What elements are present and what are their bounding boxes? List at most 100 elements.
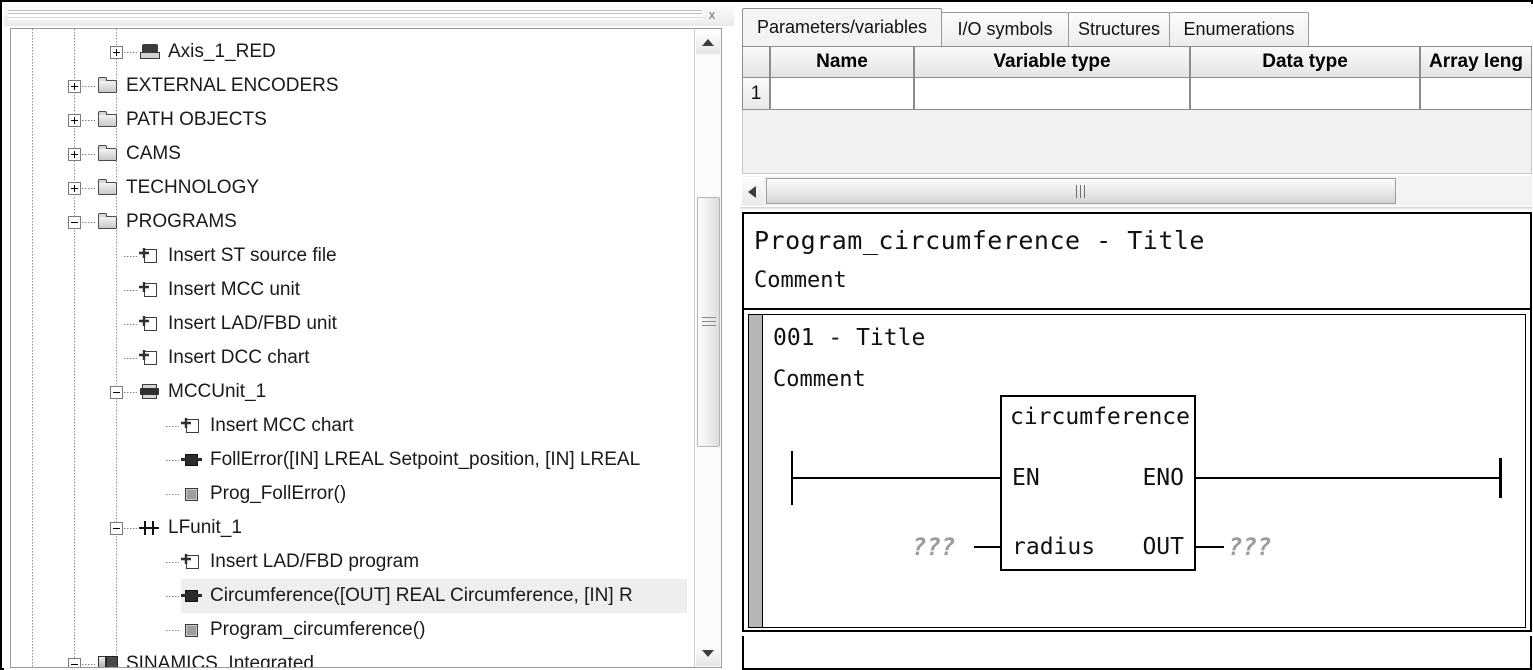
tree-item-cams[interactable]: CAMS xyxy=(97,137,687,171)
tab-enumerations[interactable]: Enumerations xyxy=(1169,12,1309,46)
column-header-variable-type[interactable]: Variable type xyxy=(914,46,1190,78)
contact-icon xyxy=(139,519,161,537)
tree-item-label: Axis_1_RED xyxy=(168,41,276,62)
tree-item-label: CAMS xyxy=(126,143,181,164)
column-header-data-type[interactable]: Data type xyxy=(1190,46,1420,78)
project-tree[interactable]: Axis_1_RED EXTERNAL ENCODERS PATH OBJECTS C… xyxy=(11,29,687,667)
network-001[interactable]: 001 - Title Comment ??? ??? circumferenc… xyxy=(748,314,1526,628)
insert-icon xyxy=(139,247,161,265)
column-header-name[interactable]: Name xyxy=(770,46,914,78)
tree-item-label: Program_circumference() xyxy=(210,619,426,640)
close-icon[interactable]: x xyxy=(701,6,723,24)
tree-vertical-scrollbar[interactable] xyxy=(694,29,721,667)
power-rail-right xyxy=(1499,458,1502,498)
tree-item-path-objects[interactable]: PATH OBJECTS xyxy=(97,103,687,137)
expand-icon[interactable] xyxy=(68,182,81,195)
tree-connector xyxy=(124,52,137,53)
tree-item-insert-st-source-file[interactable]: Insert ST source file xyxy=(139,239,687,273)
insert-icon xyxy=(139,349,161,367)
insert-icon xyxy=(139,281,161,299)
wire-radius-input xyxy=(974,546,1001,548)
tree-item-follerror-fb[interactable]: FollError([IN] LREAL Setpoint_position, … xyxy=(181,443,687,477)
tree-connector xyxy=(166,494,179,495)
tree-connector xyxy=(82,120,95,121)
insert-icon xyxy=(181,417,203,435)
column-header-array-leng[interactable]: Array leng xyxy=(1420,46,1532,78)
tab-io-symbols[interactable]: I/O symbols xyxy=(941,12,1069,46)
tab-structures[interactable]: Structures xyxy=(1068,12,1170,46)
expand-icon[interactable] xyxy=(68,80,81,93)
tree-item-label: Insert MCC chart xyxy=(210,415,354,436)
table-cell[interactable] xyxy=(1420,77,1532,110)
collapse-icon[interactable] xyxy=(68,216,81,229)
scroll-up-button[interactable] xyxy=(696,30,720,54)
tree-item-insert-lad-fbd-unit[interactable]: Insert LAD/FBD unit xyxy=(139,307,687,341)
expand-icon[interactable] xyxy=(110,46,123,59)
editor-status-strip xyxy=(742,636,1532,670)
table-row[interactable]: 1 xyxy=(742,77,1532,110)
program-icon xyxy=(181,621,203,639)
program-comment: Comment xyxy=(754,268,847,293)
insert-icon xyxy=(181,553,203,571)
tree-connector xyxy=(82,188,95,189)
tree-connector xyxy=(82,664,95,665)
table-cell[interactable] xyxy=(914,77,1190,110)
pin-eno[interactable]: ENO xyxy=(1142,465,1184,491)
tree-item-circumference-fb[interactable]: Circumference([OUT] REAL Circumference, … xyxy=(181,579,687,613)
unit-icon xyxy=(139,383,161,401)
radius-input-placeholder[interactable]: ??? xyxy=(912,533,955,561)
column-header-index[interactable] xyxy=(742,46,770,78)
tree-item-external-encoders[interactable]: EXTERNAL ENCODERS xyxy=(97,69,687,103)
pin-en[interactable]: EN xyxy=(1012,465,1040,491)
table-horizontal-scrollbar[interactable] xyxy=(742,176,1532,206)
tree-item-sinamics-integrated[interactable]: SINAMICS_Integrated xyxy=(97,647,687,667)
tree-item-mccunit-1[interactable]: MCCUnit_1 xyxy=(139,375,687,409)
lad-fbd-editor[interactable]: Program_circumference - Title Comment 00… xyxy=(742,212,1532,632)
tree-item-insert-mcc-chart[interactable]: Insert MCC chart xyxy=(181,409,687,443)
folder-icon xyxy=(97,213,119,231)
tree-item-label: Insert LAD/FBD unit xyxy=(168,313,337,334)
scrollbar-thumb[interactable] xyxy=(697,197,720,447)
scroll-left-button[interactable] xyxy=(742,177,764,205)
detail-tabbar[interactable]: Parameters/variables I/O symbols Structure… xyxy=(742,8,1530,46)
folder-icon xyxy=(97,145,119,163)
tree-connector xyxy=(124,290,137,291)
function-block-icon xyxy=(181,451,203,469)
tree-item-label: Circumference([OUT] REAL Circumference, … xyxy=(210,585,633,606)
pin-out[interactable]: OUT xyxy=(1142,534,1184,560)
function-block-circumference[interactable]: circumference EN ENO radius OUT xyxy=(1000,395,1196,571)
out-output-placeholder[interactable]: ??? xyxy=(1228,533,1271,561)
table-cell[interactable] xyxy=(770,77,914,110)
expand-icon[interactable] xyxy=(68,148,81,161)
tree-item-label: Prog_FollError() xyxy=(210,483,347,504)
application-window: x Axis_1_RED EXTERNAL ENCODERS PATH OBJECT… xyxy=(0,0,1533,670)
tree-item-programs[interactable]: PROGRAMS xyxy=(97,205,687,239)
tree-connector xyxy=(166,562,179,563)
project-navigator-panel: x Axis_1_RED EXTERNAL ENCODERS PATH OBJECT… xyxy=(4,4,734,670)
scroll-down-button[interactable] xyxy=(696,642,720,666)
tree-item-technology[interactable]: TECHNOLOGY xyxy=(97,171,687,205)
variables-table[interactable]: Name Variable type Data type Array leng 1 xyxy=(742,46,1532,111)
tree-item-label: MCCUnit_1 xyxy=(168,381,267,402)
scrollbar-thumb[interactable] xyxy=(766,178,1396,204)
collapse-icon[interactable] xyxy=(110,386,123,399)
tree-item-lfunit-1[interactable]: LFunit_1 xyxy=(139,511,687,545)
network-selection-bar[interactable] xyxy=(749,315,763,627)
tree-item-axis-1-red[interactable]: Axis_1_RED xyxy=(139,35,687,69)
table-cell[interactable] xyxy=(1190,77,1420,110)
program-title: Program_circumference - Title xyxy=(754,226,1205,255)
titlebar-grip xyxy=(8,9,702,20)
tab-parameters-variables[interactable]: Parameters/variables xyxy=(742,8,942,46)
tree-item-label: TECHNOLOGY xyxy=(126,177,260,198)
tree-item-insert-dcc-chart[interactable]: Insert DCC chart xyxy=(139,341,687,375)
tree-item-label: FollError([IN] LREAL Setpoint_position, … xyxy=(210,449,641,470)
pin-radius[interactable]: radius xyxy=(1012,534,1095,560)
tree-item-prog-follerror[interactable]: Prog_FollError() xyxy=(181,477,687,511)
expand-icon[interactable] xyxy=(68,114,81,127)
collapse-icon[interactable] xyxy=(68,658,81,667)
collapse-icon[interactable] xyxy=(110,522,123,535)
tree-item-insert-mcc-unit[interactable]: Insert MCC unit xyxy=(139,273,687,307)
tree-item-program-circumference[interactable]: Program_circumference() xyxy=(181,613,687,647)
tree-item-insert-lad-fbd-program[interactable]: Insert LAD/FBD program xyxy=(181,545,687,579)
tree-connector xyxy=(124,324,137,325)
